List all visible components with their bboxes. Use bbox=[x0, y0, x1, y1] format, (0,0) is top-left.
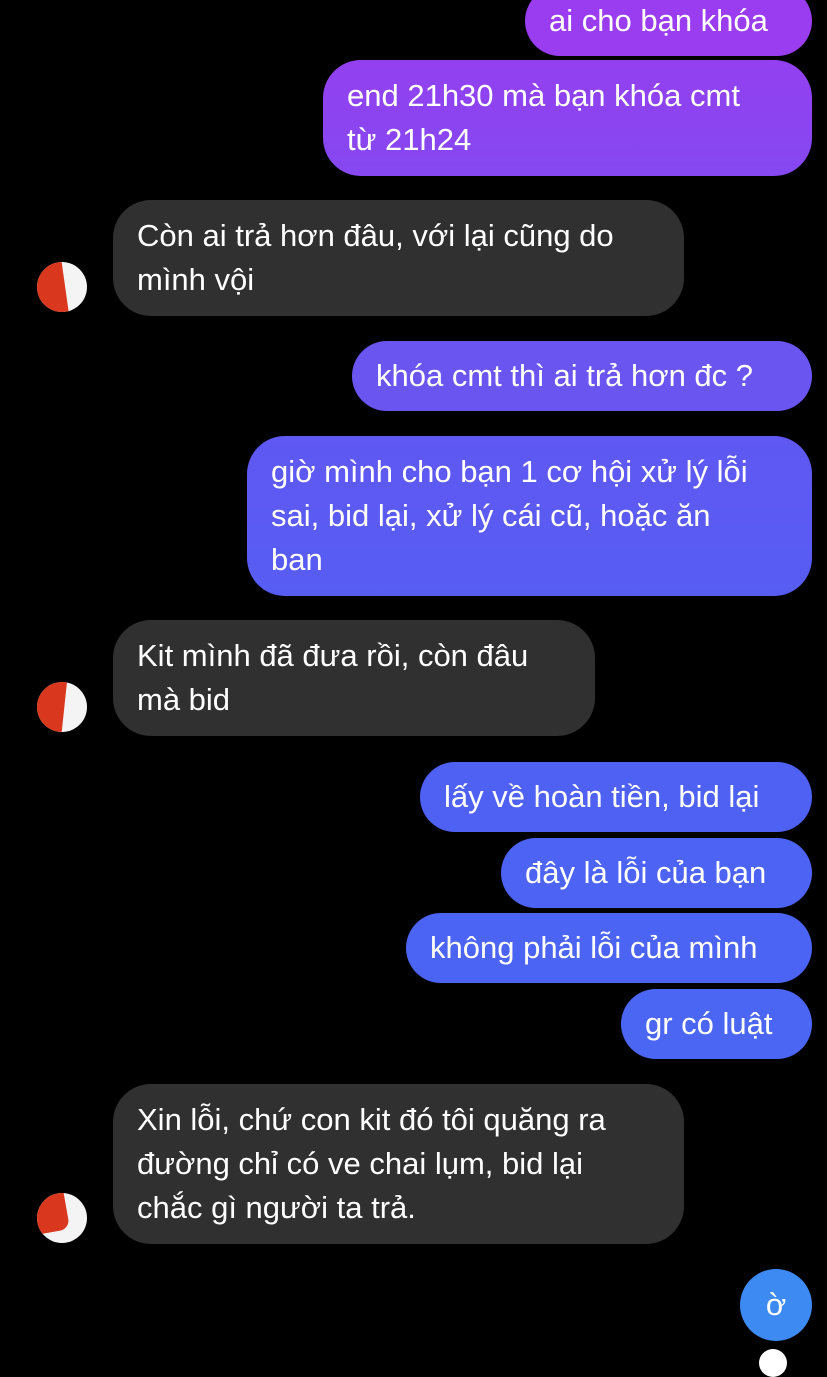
message-bubble-outgoing[interactable]: khóa cmt thì ai trả hơn đc ? bbox=[352, 341, 812, 411]
message-text: ờ bbox=[765, 1287, 787, 1322]
message-text: không phải lỗi của mình bbox=[430, 930, 758, 965]
message-bubble-incoming[interactable]: Còn ai trả hơn đâu, với lại cũng do mình… bbox=[113, 200, 684, 316]
message-bubble-outgoing[interactable]: ai cho bạn khóa bbox=[525, 0, 812, 56]
message-bubble-outgoing[interactable]: giờ mình cho bạn 1 cơ hội xử lý lỗi sai,… bbox=[247, 436, 812, 596]
message-text: gr có luật bbox=[645, 1006, 773, 1041]
message-text: Xin lỗi, chứ con kit đó tôi quăng ra đườ… bbox=[137, 1102, 606, 1225]
message-text: end 21h30 mà bạn khóa cmt từ 21h24 bbox=[347, 78, 740, 157]
contact-avatar-icon[interactable] bbox=[37, 1193, 87, 1243]
message-bubble-outgoing[interactable]: lấy về hoàn tiền, bid lại bbox=[420, 762, 812, 832]
message-text: Còn ai trả hơn đâu, với lại cũng do mình… bbox=[137, 218, 614, 297]
reply-bubble[interactable]: ờ bbox=[740, 1269, 812, 1341]
message-bubble-outgoing[interactable]: end 21h30 mà bạn khóa cmt từ 21h24 bbox=[323, 60, 812, 176]
message-bubble-incoming[interactable]: Kit mình đã đưa rồi, còn đâu mà bid bbox=[113, 620, 595, 736]
message-bubble-outgoing[interactable]: không phải lỗi của mình bbox=[406, 913, 812, 983]
contact-avatar-icon[interactable] bbox=[37, 682, 87, 732]
message-text: lấy về hoàn tiền, bid lại bbox=[444, 779, 760, 814]
message-text: Kit mình đã đưa rồi, còn đâu mà bid bbox=[137, 638, 529, 717]
message-bubble-incoming[interactable]: Xin lỗi, chứ con kit đó tôi quăng ra đườ… bbox=[113, 1084, 684, 1244]
message-bubble-outgoing[interactable]: đây là lỗi của bạn bbox=[501, 838, 812, 908]
contact-avatar-icon[interactable] bbox=[37, 262, 87, 312]
message-text: ai cho bạn khóa bbox=[549, 3, 768, 38]
message-bubble-outgoing[interactable]: gr có luật bbox=[621, 989, 812, 1059]
message-text: khóa cmt thì ai trả hơn đc ? bbox=[376, 358, 754, 393]
message-text: giờ mình cho bạn 1 cơ hội xử lý lỗi sai,… bbox=[271, 454, 748, 577]
message-text: đây là lỗi của bạn bbox=[525, 855, 767, 890]
seen-avatar-icon bbox=[759, 1349, 787, 1377]
